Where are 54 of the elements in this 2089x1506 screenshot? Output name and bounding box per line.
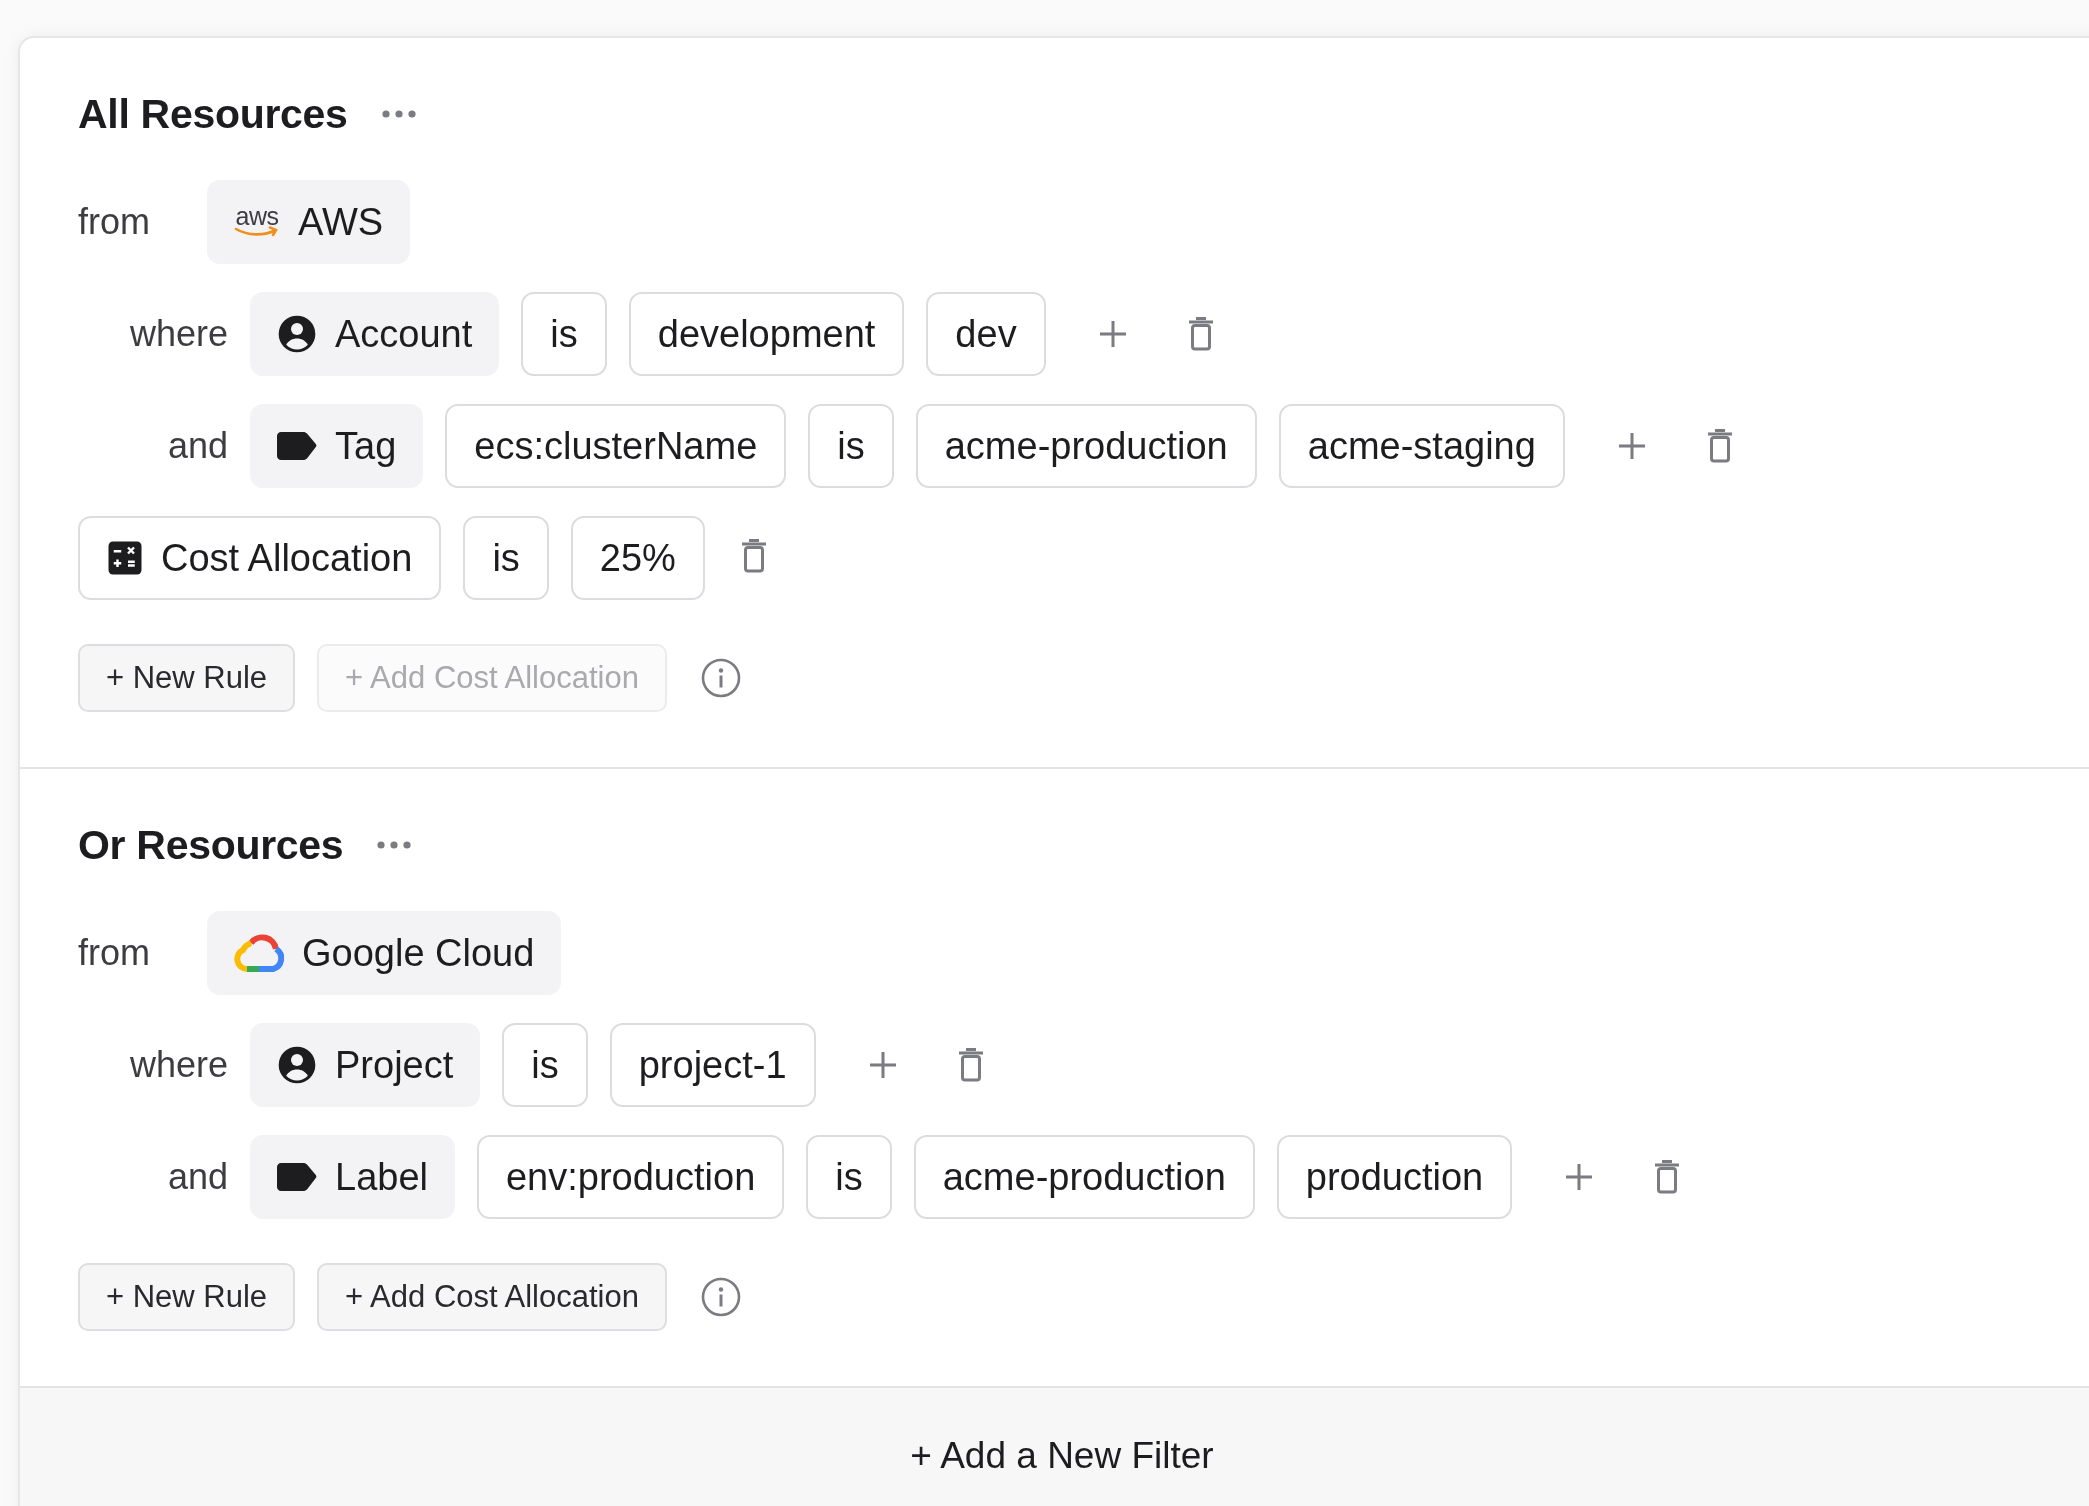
logo: aws [234,206,280,238]
field-selector[interactable]: Account [250,292,500,376]
tag-icon [277,1163,317,1191]
cloud-logo [234,933,284,973]
field-selector[interactable]: Label [250,1135,455,1219]
add-cost-allocation-button[interactable]: + Add Cost Allocation [317,1263,667,1331]
info-icon[interactable] [700,658,741,698]
value-chip[interactable]: dev [926,292,1046,376]
operator-selector[interactable]: is [521,292,607,376]
info-icon[interactable] [700,1277,741,1317]
delete-icon[interactable] [1654,1160,1681,1194]
operator-selector[interactable]: is [806,1135,892,1219]
conjunction-label: and [166,1156,228,1198]
key-selector[interactable]: env:production [477,1135,785,1219]
operator-selector[interactable]: is [502,1023,588,1107]
key-selector[interactable]: ecs:clusterName [445,404,787,488]
from-label: from [78,201,151,243]
conjunction-label: and [166,425,228,467]
value-chip[interactable]: project-1 [609,1023,816,1107]
new-rule-button[interactable]: + New Rule [78,644,296,712]
plus-icon[interactable] [1616,431,1647,461]
delete-icon[interactable] [740,539,767,573]
value-chip[interactable]: acme-production [915,404,1257,488]
value-chip[interactable]: development [628,292,905,376]
tag-icon [277,432,317,460]
delete-icon[interactable] [1187,317,1214,351]
conjunction-label: where [128,313,228,355]
plus-icon[interactable] [867,1050,898,1080]
person-icon [277,314,317,354]
section-title: Or Resources [78,821,344,869]
field-selector[interactable]: Project [250,1023,481,1107]
plus-icon[interactable] [1564,1162,1595,1192]
field-selector[interactable]: Tag [250,404,424,488]
source-selector[interactable]: Google Cloud [207,911,562,995]
more-icon[interactable] [377,841,412,849]
value-chip[interactable]: acme-production [913,1135,1255,1219]
conjunction-label: where [128,1044,228,1086]
delete-icon[interactable] [957,1048,984,1082]
operator-selector[interactable]: is [808,404,894,488]
value-chip[interactable]: acme-staging [1278,404,1565,488]
add-filter-button[interactable]: + Add a New Filter [910,1434,1214,1478]
source-selector[interactable]: aws AWS [207,180,411,264]
calculator-icon [107,540,143,576]
from-label: from [78,932,151,974]
more-icon[interactable] [381,110,416,118]
operator-selector[interactable]: is [463,516,549,600]
plus-icon[interactable] [1097,319,1128,349]
delete-icon[interactable] [1706,429,1733,463]
person-icon [277,1045,317,1085]
value-chip[interactable]: production [1276,1135,1513,1219]
new-rule-button[interactable]: + New Rule [78,1263,296,1331]
percentage-field[interactable]: 25% [570,516,705,600]
cost-allocation-selector[interactable]: Cost Allocation [78,516,442,600]
section-title: All Resources [78,90,348,138]
